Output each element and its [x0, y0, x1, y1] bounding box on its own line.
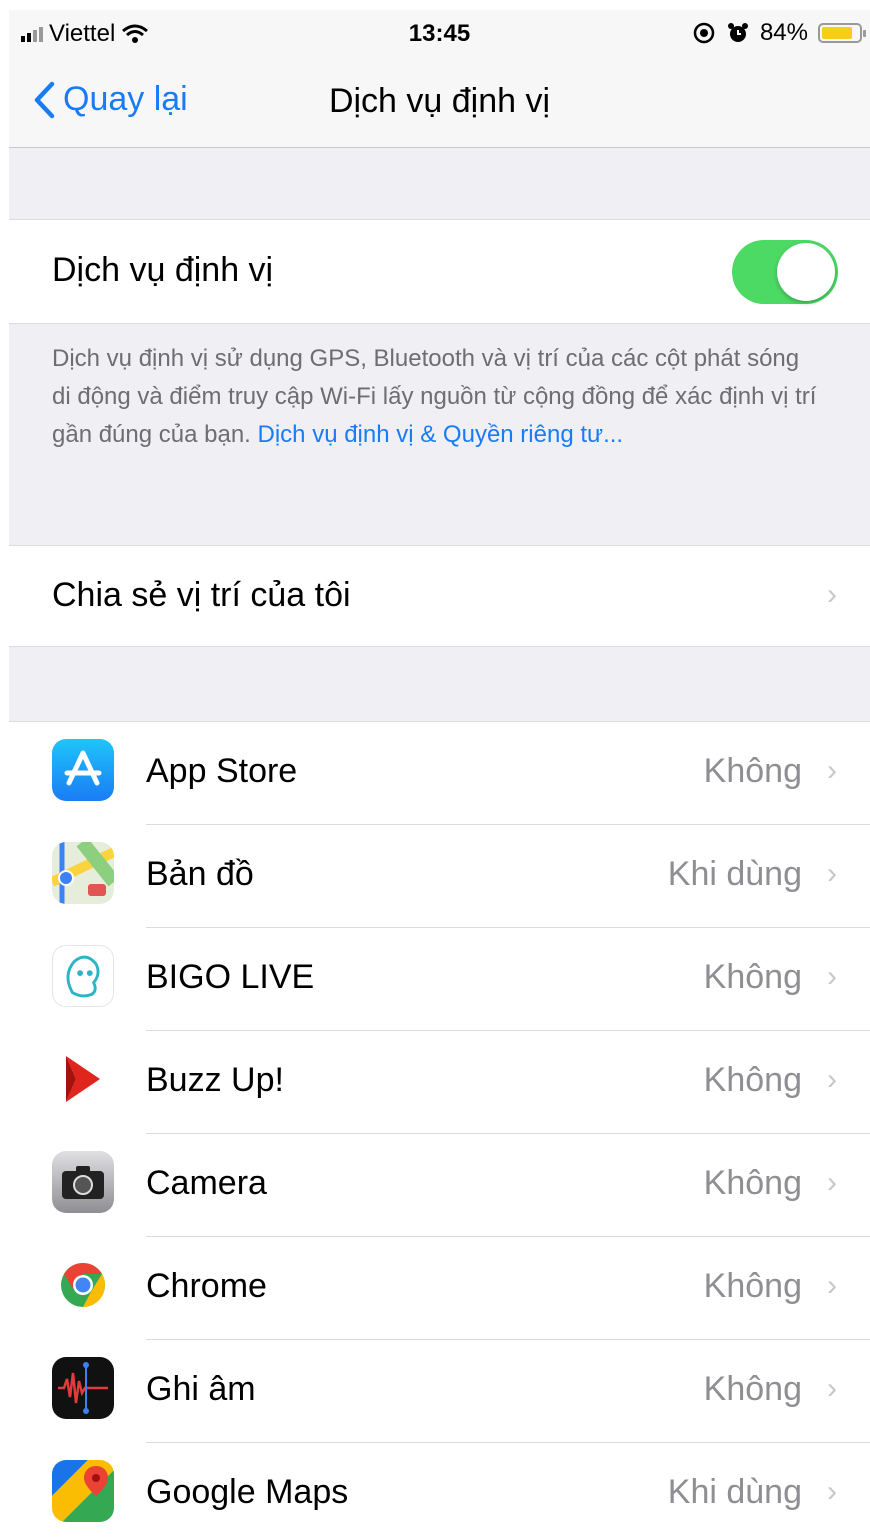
app-location-status: Không	[703, 1267, 802, 1305]
app-row-chrome[interactable]: Chrome Không ›	[9, 1237, 870, 1340]
battery-percent: 84%	[759, 19, 808, 46]
app-row-maps[interactable]: Bản đồ Khi dùng ›	[9, 825, 870, 928]
orientation-lock-icon	[693, 22, 715, 44]
bigo-live-icon	[52, 945, 114, 1007]
app-row-app-store[interactable]: App Store Không ›	[9, 722, 870, 825]
app-location-status: Khi dùng	[667, 855, 802, 893]
maps-icon	[52, 842, 114, 904]
app-name: Google Maps	[146, 1473, 349, 1511]
voice-memos-icon	[52, 1357, 114, 1419]
settings-screen: Viettel 13:45 84% Quay lại Dịch vụ định …	[9, 10, 870, 1537]
app-name: Camera	[146, 1164, 267, 1202]
app-row-buzz-up[interactable]: Buzz Up! Không ›	[9, 1031, 870, 1134]
chevron-right-icon: ›	[827, 1475, 837, 1508]
page-title: Dịch vụ định vị	[328, 82, 551, 120]
app-location-status: Khi dùng	[667, 1473, 802, 1511]
chevron-right-icon: ›	[827, 754, 837, 787]
app-list: App Store Không › Bản đồ Khi dùng › BIGO…	[9, 721, 870, 1537]
app-name: Bản đồ	[146, 855, 254, 893]
location-services-toggle[interactable]	[732, 240, 838, 304]
app-name: Chrome	[146, 1267, 267, 1305]
status-right: 84%	[692, 19, 866, 47]
google-maps-icon	[52, 1460, 114, 1522]
app-location-status: Không	[703, 1164, 802, 1202]
app-name: App Store	[146, 752, 298, 790]
app-row-voice-memos[interactable]: Ghi âm Không ›	[9, 1340, 870, 1443]
privacy-link[interactable]: Dịch vụ định vị & Quyền riêng tư...	[258, 421, 624, 448]
location-services-label: Dịch vụ định vị	[52, 251, 274, 289]
location-description: Dịch vụ định vị sử dụng GPS, Bluetooth v…	[52, 340, 822, 454]
chevron-right-icon: ›	[827, 1269, 837, 1302]
chevron-right-icon: ›	[827, 960, 837, 993]
alarm-icon	[727, 23, 748, 42]
chevron-right-icon: ›	[827, 578, 837, 611]
app-row-camera[interactable]: Camera Không ›	[9, 1134, 870, 1237]
app-row-google-maps[interactable]: Google Maps Khi dùng ›	[9, 1443, 870, 1537]
chevron-right-icon: ›	[827, 1063, 837, 1096]
app-name: Buzz Up!	[146, 1061, 284, 1099]
status-bar: Viettel 13:45 84%	[9, 10, 870, 60]
buzz-up-icon	[52, 1048, 114, 1110]
chevron-right-icon: ›	[827, 857, 837, 890]
battery-icon	[818, 23, 866, 43]
app-location-status: Không	[703, 958, 802, 996]
chevron-right-icon: ›	[827, 1372, 837, 1405]
app-location-status: Không	[703, 1370, 802, 1408]
chevron-right-icon: ›	[827, 1166, 837, 1199]
camera-icon	[52, 1151, 114, 1213]
navigation-bar: Quay lại Dịch vụ định vị	[9, 60, 870, 148]
location-services-row: Dịch vụ định vị	[9, 219, 870, 324]
app-name: BIGO LIVE	[146, 958, 315, 996]
app-name: Ghi âm	[146, 1370, 256, 1408]
chrome-icon	[52, 1254, 114, 1316]
toggle-knob	[777, 243, 835, 301]
app-row-bigo-live[interactable]: BIGO LIVE Không ›	[9, 928, 870, 1031]
app-location-status: Không	[703, 752, 802, 790]
share-location-label: Chia sẻ vị trí của tôi	[52, 576, 351, 614]
app-location-status: Không	[703, 1061, 802, 1099]
app-store-icon	[52, 739, 114, 801]
share-location-row[interactable]: Chia sẻ vị trí của tôi ›	[9, 545, 870, 647]
